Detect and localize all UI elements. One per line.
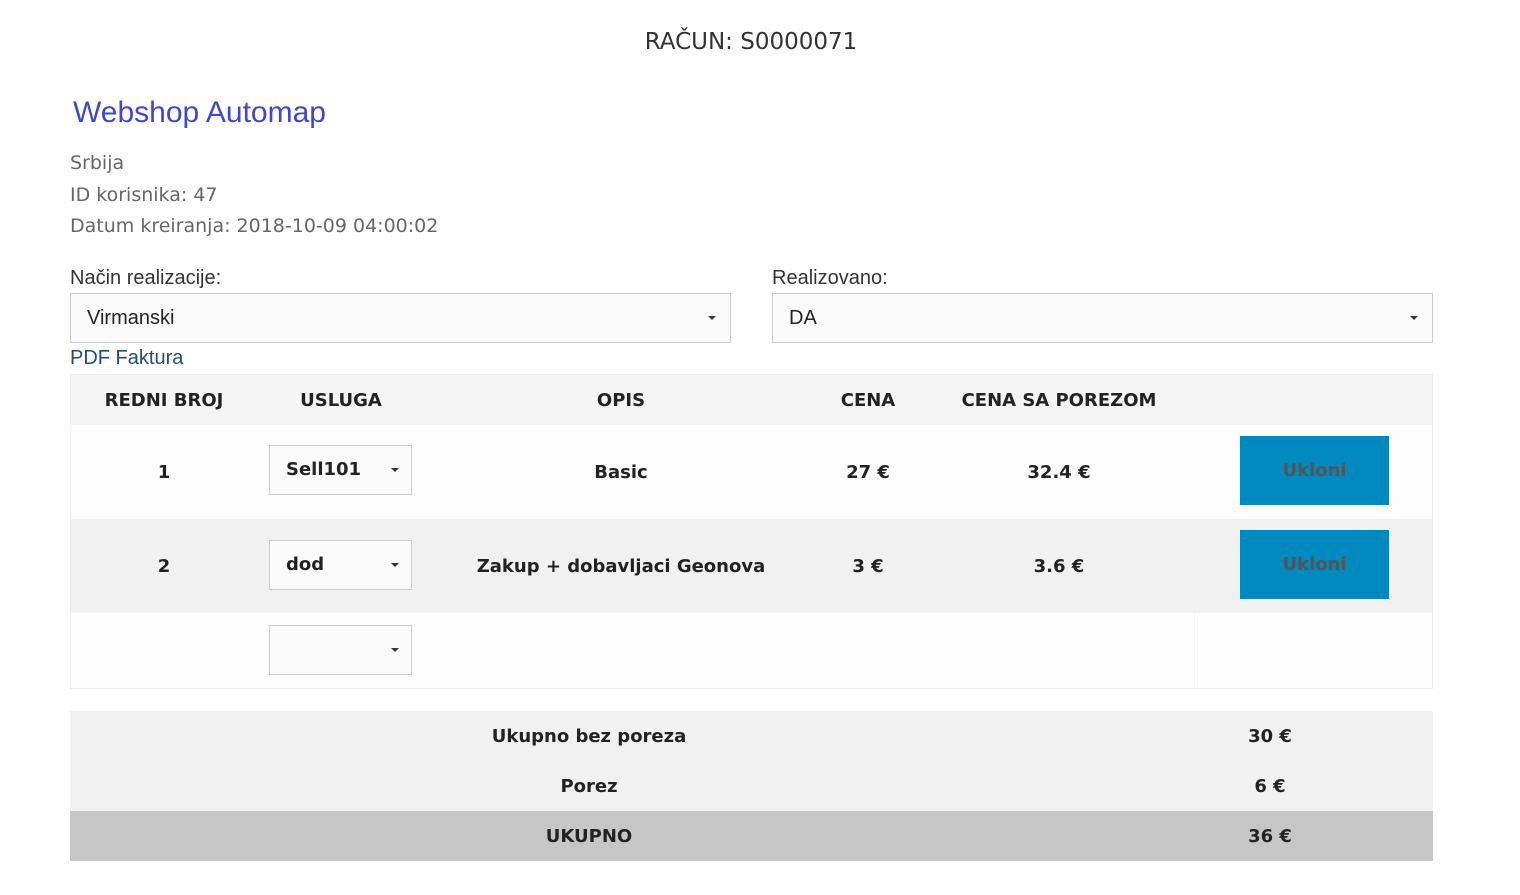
- realization-method-select[interactable]: Virmanski: [70, 293, 731, 343]
- header-service: USLUGA: [300, 389, 382, 411]
- header-number: REDNI BROJ: [104, 389, 224, 411]
- realized-label: Realizovano:: [772, 267, 888, 289]
- header-price: CENA: [840, 389, 896, 411]
- table-row: 2 dod Zakup + dobavljaci Geonova 3 € 3.6…: [71, 519, 1432, 613]
- row-number: 1: [157, 461, 171, 483]
- service-select[interactable]: Sell101: [269, 445, 412, 495]
- table-row: 1 Sell101 Basic 27 € 32.4 € Ukloni: [71, 425, 1432, 519]
- row-price: 3 €: [852, 555, 884, 577]
- row-number: 2: [157, 555, 171, 577]
- row-price-tax: 32.4 €: [1027, 461, 1091, 483]
- tax-row: Porez 6 €: [70, 761, 1433, 811]
- grand-total-row: UKUPNO 36 €: [70, 811, 1433, 861]
- pdf-invoice-link[interactable]: PDF Faktura: [70, 346, 183, 370]
- caret-down-icon: [391, 648, 399, 652]
- realized-select[interactable]: DA: [772, 293, 1433, 343]
- row-price-tax: 3.6 €: [1033, 555, 1085, 577]
- remove-button[interactable]: Ukloni: [1240, 530, 1389, 599]
- service-select[interactable]: dod: [269, 540, 412, 590]
- tax-value: 6 €: [1254, 775, 1286, 797]
- grand-total-label: UKUPNO: [545, 825, 633, 847]
- realized-value: DA: [789, 307, 817, 329]
- subtotal-row: Ukupno bez poreza 30 €: [70, 711, 1433, 761]
- shop-name: Webshop Automap: [73, 96, 326, 129]
- service-value: Sell101: [286, 459, 362, 480]
- service-value: dod: [286, 554, 325, 575]
- totals-table: Ukupno bez poreza 30 € Porez 6 € UKUPNO …: [70, 711, 1433, 861]
- customer-id: ID korisnika: 47: [70, 184, 218, 206]
- header-price-tax: CENA SA POREZOM: [961, 389, 1157, 411]
- remove-button[interactable]: Ukloni: [1240, 436, 1389, 505]
- realization-method-label: Način realizacije:: [70, 267, 222, 289]
- realization-method-value: Virmanski: [87, 307, 175, 329]
- row-price: 27 €: [846, 461, 890, 483]
- tax-label: Porez: [560, 775, 618, 797]
- caret-down-icon: [1410, 316, 1418, 320]
- header-description: OPIS: [596, 389, 646, 411]
- caret-down-icon: [708, 316, 716, 320]
- grand-total-value: 36 €: [1248, 825, 1292, 847]
- subtotal-label: Ukupno bez poreza: [491, 725, 687, 747]
- new-item-row: [71, 613, 1432, 688]
- caret-down-icon: [391, 468, 399, 472]
- subtotal-value: 30 €: [1248, 725, 1292, 747]
- table-header-row: REDNI BROJ USLUGA OPIS CENA CENA SA PORE…: [71, 375, 1432, 426]
- cell-divider: [1194, 613, 1195, 688]
- customer-country: Srbija: [70, 152, 125, 174]
- invoice-title: RAČUN: S0000071: [644, 29, 858, 55]
- items-table: REDNI BROJ USLUGA OPIS CENA CENA SA PORE…: [70, 374, 1433, 689]
- row-description: Basic: [594, 461, 648, 483]
- row-description: Zakup + dobavljaci Geonova: [476, 555, 766, 577]
- caret-down-icon: [391, 563, 399, 567]
- new-service-select[interactable]: [269, 625, 412, 675]
- created-date: Datum kreiranja: 2018-10-09 04:00:02: [70, 215, 439, 237]
